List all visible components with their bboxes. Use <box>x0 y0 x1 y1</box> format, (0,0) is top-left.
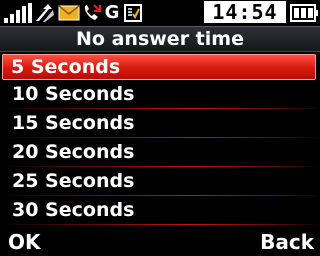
status-bar: G 14:54 <box>0 0 320 26</box>
calendar-task-icon <box>124 4 142 22</box>
softkey-bar: OK Back <box>0 228 320 256</box>
ok-softkey[interactable]: OK <box>8 228 41 256</box>
battery-icon <box>290 4 318 22</box>
option-30-seconds[interactable]: 30 Seconds <box>0 196 320 225</box>
data-transfer-icon <box>36 4 54 22</box>
option-25-seconds[interactable]: 25 Seconds <box>0 167 320 196</box>
title-bar: No answer time <box>0 26 320 52</box>
page-title: No answer time <box>76 28 244 50</box>
back-softkey[interactable]: Back <box>260 228 314 256</box>
option-15-seconds[interactable]: 15 Seconds <box>0 109 320 138</box>
signal-strength-icon <box>4 3 32 23</box>
missed-call-icon <box>84 4 101 20</box>
option-20-seconds[interactable]: 20 Seconds <box>0 138 320 167</box>
status-clock: 14:54 <box>204 1 286 23</box>
new-message-icon <box>58 5 80 21</box>
option-10-seconds[interactable]: 10 Seconds <box>0 80 320 109</box>
network-type-icon: G <box>104 2 120 23</box>
option-5-seconds[interactable]: 5 Seconds <box>2 54 316 80</box>
option-list: 5 Seconds 10 Seconds 15 Seconds 20 Secon… <box>0 52 320 228</box>
